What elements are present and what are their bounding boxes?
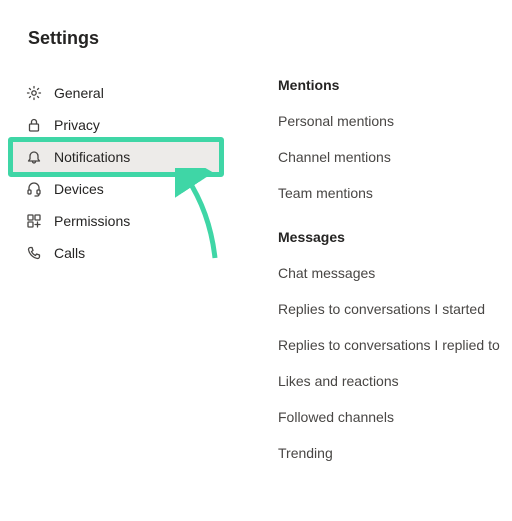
bell-icon (26, 149, 42, 165)
lock-icon (26, 117, 42, 133)
sidebar-item-general[interactable]: General (12, 77, 220, 109)
settings-content: Mentions Personal mentions Channel menti… (278, 77, 508, 481)
option-channel-mentions[interactable]: Channel mentions (278, 149, 508, 165)
page-title: Settings (28, 28, 99, 49)
gear-icon (26, 85, 42, 101)
sidebar-item-calls[interactable]: Calls (12, 237, 220, 269)
option-trending[interactable]: Trending (278, 445, 508, 461)
sidebar-item-notifications[interactable]: Notifications (12, 141, 220, 173)
sidebar-item-label: Privacy (54, 117, 100, 133)
option-replies-started[interactable]: Replies to conversations I started (278, 301, 508, 317)
sidebar-item-label: Permissions (54, 213, 130, 229)
option-team-mentions[interactable]: Team mentions (278, 185, 508, 201)
apps-icon (26, 213, 42, 229)
option-followed-channels[interactable]: Followed channels (278, 409, 508, 425)
option-likes-reactions[interactable]: Likes and reactions (278, 373, 508, 389)
sidebar-item-label: Notifications (54, 149, 130, 165)
option-personal-mentions[interactable]: Personal mentions (278, 113, 508, 129)
section-heading-mentions: Mentions (278, 77, 508, 93)
sidebar-item-permissions[interactable]: Permissions (12, 205, 220, 237)
headset-icon (26, 181, 42, 197)
sidebar-item-label: General (54, 85, 104, 101)
sidebar-item-privacy[interactable]: Privacy (12, 109, 220, 141)
option-replies-replied[interactable]: Replies to conversations I replied to (278, 337, 508, 353)
settings-sidebar: General Privacy Notifications Devices Pe… (12, 77, 220, 269)
option-chat-messages[interactable]: Chat messages (278, 265, 508, 281)
sidebar-item-label: Devices (54, 181, 104, 197)
section-heading-messages: Messages (278, 229, 508, 245)
sidebar-item-devices[interactable]: Devices (12, 173, 220, 205)
sidebar-item-label: Calls (54, 245, 85, 261)
phone-icon (26, 245, 42, 261)
